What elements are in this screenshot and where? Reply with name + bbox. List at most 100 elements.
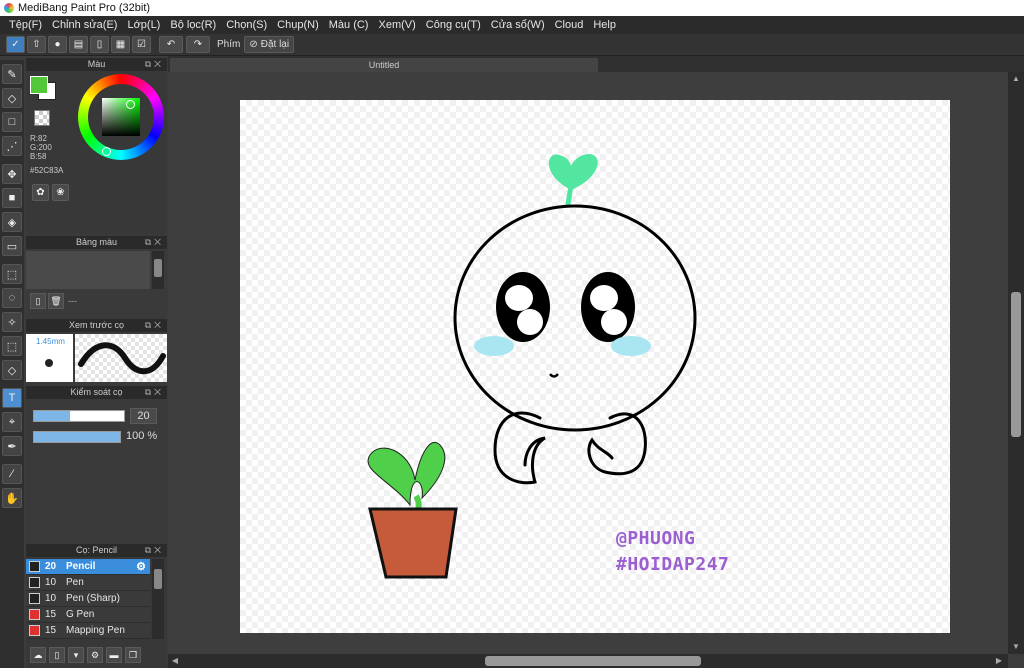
menu-window[interactable]: Cửa sổ(W) <box>486 19 550 31</box>
scroll-down-icon[interactable]: ▼ <box>1011 642 1021 652</box>
menu-filter[interactable]: Bộ lọc(R) <box>165 19 221 31</box>
reset-button[interactable]: ⊘ Đặt lại <box>244 36 295 53</box>
divide-tool[interactable]: ✒ <box>2 436 22 456</box>
menu-select[interactable]: Chọn(S) <box>221 19 272 31</box>
delete-palette-button[interactable]: 🗑 <box>48 293 64 309</box>
operation-tool[interactable]: ⌖ <box>2 412 22 432</box>
dot-tool[interactable]: ⋰ <box>2 136 22 156</box>
speech-bubble-icon: ● <box>54 39 61 50</box>
palette-name: --- <box>68 296 77 306</box>
move-tool[interactable]: ✥ <box>2 164 22 184</box>
shape-tool[interactable]: □ <box>2 112 22 132</box>
menu-color[interactable]: Màu (C) <box>324 19 374 31</box>
share-button[interactable]: ⇧ <box>27 36 46 53</box>
brush-color-swatch <box>29 577 40 588</box>
menu-view[interactable]: Xem(V) <box>373 19 420 31</box>
brush-tool[interactable]: ✎ <box>2 64 22 84</box>
horizontal-scrollbar[interactable]: ◀ ▶ <box>168 654 1008 668</box>
panel-controls[interactable]: ⧉✕ <box>145 319 164 332</box>
cloud-sync-button[interactable]: ✓ <box>6 36 25 53</box>
app-icon <box>4 3 14 13</box>
select-pen-tool[interactable]: ⬚ <box>2 336 22 356</box>
brush-list-scrollbar[interactable] <box>152 559 164 639</box>
menu-edit[interactable]: Chỉnh sửa(E) <box>47 19 122 31</box>
brush-settings-button[interactable]: ⚙ <box>87 647 103 663</box>
sv-marker[interactable] <box>126 100 135 109</box>
color-set-button[interactable]: ❀ <box>52 184 69 201</box>
gradient-tool[interactable]: ▭ <box>2 236 22 256</box>
fill-rect-tool[interactable]: ■ <box>2 188 22 208</box>
plant-leaves <box>367 442 446 507</box>
settings-doc-icon: ⚙ <box>90 649 100 660</box>
hue-wheel[interactable] <box>78 74 164 160</box>
menu-layer[interactable]: Lớp(L) <box>122 19 165 31</box>
new-palette-button[interactable]: ▯ <box>30 293 46 309</box>
horizontal-scroll-thumb[interactable] <box>485 656 701 666</box>
brush-size-value[interactable]: 20 <box>130 408 157 424</box>
brush-list: 20 Pencil ⚙ 10 Pen 10 Pen (Sharp) 15 G P… <box>26 559 150 639</box>
scroll-up-icon[interactable]: ▲ <box>1011 74 1021 84</box>
lasso-icon: ◌ <box>8 292 16 304</box>
tool-box: ✎ ◇ □ ⋰ ✥ ■ ◈ ▭ ⬚ ◌ ✧ ⬚ ◇ T ⌖ ✒ ⁄ ✋ <box>0 60 24 668</box>
hex-value: #52C83A <box>30 166 64 175</box>
vertical-scrollbar[interactable]: ▲ ▼ <box>1008 72 1024 654</box>
menu-file[interactable]: Tệp(F) <box>4 19 47 31</box>
hue-marker[interactable] <box>102 147 111 156</box>
foreground-color-swatch[interactable] <box>30 76 48 94</box>
hand-tool[interactable]: ✋ <box>2 488 22 508</box>
menu-tools[interactable]: Công cụ(T) <box>421 19 486 31</box>
add-brush-button[interactable]: ▾ <box>68 647 84 663</box>
layout-button[interactable]: ▦ <box>111 36 130 53</box>
artwork <box>367 154 697 579</box>
magic-wand-tool[interactable]: ✧ <box>2 312 22 332</box>
document-button[interactable]: ▯ <box>90 36 109 53</box>
post-button[interactable]: ▤ <box>69 36 88 53</box>
gear-icon[interactable]: ⚙ <box>136 560 146 573</box>
scroll-right-icon[interactable]: ▶ <box>994 656 1004 666</box>
brush-item-pencil[interactable]: 20 Pencil ⚙ <box>26 559 150 575</box>
eraser-tool[interactable]: ◇ <box>2 88 22 108</box>
brush-opacity-slider[interactable] <box>33 431 121 443</box>
redo-button[interactable]: ↷ <box>186 36 210 53</box>
undo-button[interactable]: ↶ <box>159 36 183 53</box>
panel-controls[interactable]: ⧉✕ <box>145 386 164 399</box>
scroll-left-icon[interactable]: ◀ <box>170 656 180 666</box>
panel-controls[interactable]: ⧉✕ <box>145 544 164 557</box>
vertical-scroll-thumb[interactable] <box>1011 292 1021 437</box>
tab-untitled[interactable]: Untitled <box>170 58 598 72</box>
folder-icon: ▬ <box>109 650 119 660</box>
brush-item-mapping-pen[interactable]: 15 Mapping Pen <box>26 623 150 639</box>
trash-icon: 🗑 <box>50 295 62 306</box>
select-tool[interactable]: ⬚ <box>2 264 22 284</box>
drawing-canvas[interactable]: @PHUONG #HOIDAP247 <box>240 100 950 633</box>
sprout-leaf <box>548 154 598 190</box>
palette-scrollbar[interactable] <box>152 251 164 289</box>
text-tool[interactable]: T <box>2 388 22 408</box>
brush-item-pen[interactable]: 10 Pen <box>26 575 150 591</box>
panel-controls[interactable]: ⧉✕ <box>145 58 164 71</box>
bucket-tool[interactable]: ◈ <box>2 212 22 232</box>
brush-item-g-pen[interactable]: 15 G Pen <box>26 607 150 623</box>
eyedropper-tool[interactable]: ⁄ <box>2 464 22 484</box>
lasso-tool[interactable]: ◌ <box>2 288 22 308</box>
menu-snap[interactable]: Chụp(N) <box>272 19 324 31</box>
transparent-color-swatch[interactable] <box>34 110 50 126</box>
brush-size-slider[interactable] <box>33 410 125 422</box>
menu-help[interactable]: Help <box>588 19 621 31</box>
brush-folder-button[interactable]: ▬ <box>106 647 122 663</box>
duplicate-brush-button[interactable]: ❐ <box>125 647 141 663</box>
brush-size: 10 <box>45 577 57 588</box>
select-eraser-tool[interactable]: ◇ <box>2 360 22 380</box>
menu-cloud[interactable]: Cloud <box>550 19 589 31</box>
new-brush-button[interactable]: ▯ <box>49 647 65 663</box>
brush-item-pen-sharp[interactable]: 10 Pen (Sharp) <box>26 591 150 607</box>
canvas-workspace[interactable]: @PHUONG #HOIDAP247 <box>168 72 1008 654</box>
paint-bucket-icon: ◈ <box>7 216 17 229</box>
panel-controls[interactable]: ⧉✕ <box>145 236 164 249</box>
palette-area[interactable] <box>26 251 150 289</box>
cloud-brush-button[interactable]: ☁ <box>30 647 46 663</box>
comment-button[interactable]: ● <box>48 36 67 53</box>
checklist-button[interactable]: ☑ <box>132 36 151 53</box>
brush-stroke-preview <box>75 334 167 382</box>
color-picker-button[interactable]: ✿ <box>32 184 49 201</box>
